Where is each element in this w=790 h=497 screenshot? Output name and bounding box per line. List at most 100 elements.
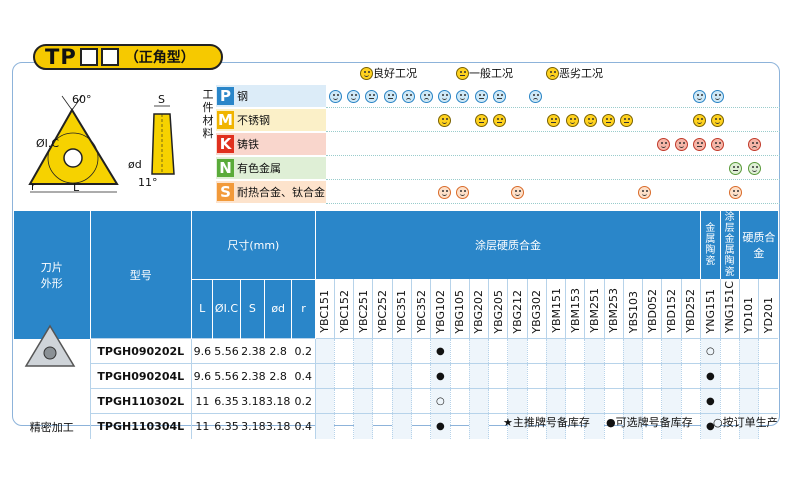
grade-mark-cell	[372, 388, 393, 414]
grade-header-ybg302: YBG302	[526, 279, 547, 339]
smile-icon	[360, 66, 373, 80]
table-row: 精密加工 TPGH090202L 9.6 5.56 2.38 2.8 0.2 ● ○	[14, 338, 778, 439]
dim-d-cell: 2.8	[264, 363, 292, 389]
model-cell: TPGH090202L	[90, 338, 192, 364]
model-cell: TPGH110304L	[90, 413, 192, 439]
grade-mark-cell	[372, 363, 393, 389]
grade-mark-cell	[314, 338, 335, 364]
group-coated-header: 涂层硬质合金	[315, 211, 702, 279]
grade-mark-cell	[391, 338, 412, 364]
angle-label: 60°	[72, 93, 92, 106]
condition-face-icon	[747, 138, 761, 151]
footnote-main-stock: ★主推牌号备库存	[503, 416, 590, 429]
grade-header-ybg105: YBG105	[449, 279, 470, 339]
dim-l-cell: 9.6	[191, 363, 213, 389]
grade-mark-cell	[526, 388, 547, 414]
grade-mark-cell	[468, 413, 489, 439]
center-hole	[63, 148, 83, 168]
grade-mark-cell	[411, 413, 431, 439]
dim-d-cell: 3.18	[264, 388, 292, 414]
grade-header-ybm253: YBM253	[603, 279, 624, 339]
frown-icon	[546, 66, 559, 80]
grade-mark-cell	[353, 388, 373, 414]
grade-header-ybc351: YBC351	[391, 279, 412, 339]
grade-mark-cell	[468, 388, 489, 414]
page-title: TP （正角型）	[33, 44, 223, 70]
condition-face-icon	[492, 90, 506, 103]
condition-face-icon	[474, 114, 488, 127]
condition-face-icon	[656, 138, 670, 151]
legend-bad: 恶劣工况	[546, 65, 603, 81]
grade-header-ybc152: YBC152	[333, 279, 354, 339]
condition-face-icon	[383, 90, 397, 103]
dim-head: ød	[264, 279, 293, 339]
dim-l-cell: 9.6	[191, 338, 213, 364]
grade-header-ybg202: YBG202	[468, 279, 489, 339]
grade-header-ybc252: YBC252	[372, 279, 393, 339]
grade-mark-cell	[680, 363, 701, 389]
dim-head: ØI.C	[212, 279, 241, 339]
grade-mark-cell	[642, 388, 662, 414]
dim-s-cell: 2.38	[240, 363, 266, 389]
grade-mark-cell	[353, 413, 373, 439]
grade-mark-cell	[333, 363, 354, 389]
dim-d-cell: 2.8	[264, 338, 292, 364]
footnote-made-to-order: ○按订单生产	[713, 416, 778, 429]
condition-face-icon	[583, 114, 597, 127]
grade-header-yng151c: YNG151C	[719, 279, 740, 339]
grade-mark-cell	[545, 388, 566, 414]
grade-mark-cell	[391, 413, 412, 439]
grade-mark-cell	[372, 413, 393, 439]
dim-l-cell: 11	[191, 388, 213, 414]
dim-r-cell: 0.2	[291, 338, 316, 364]
grade-header-ybg212: YBG212	[507, 279, 528, 339]
work-material-label: 工件材料	[202, 88, 214, 140]
condition-face-icon	[565, 114, 579, 127]
grade-mark-cell	[353, 338, 373, 364]
grade-mark-cell	[488, 338, 508, 364]
grade-mark-cell: ●	[700, 388, 721, 414]
grade-mark-cell	[449, 338, 470, 364]
grade-mark-cell	[565, 388, 585, 414]
grade-mark-cell	[449, 363, 470, 389]
grade-mark-cell	[622, 338, 643, 364]
footnote-optional-stock: ●可选牌号备库存	[606, 416, 693, 429]
dim-r-cell: 0.4	[291, 413, 316, 439]
grade-header-ybc352: YBC352	[411, 279, 431, 339]
grade-mark-cell: ○	[700, 338, 721, 364]
dim-s-cell: 3.18	[240, 413, 266, 439]
title-sub: （正角型）	[124, 50, 195, 66]
grade-header-ybm151: YBM151	[545, 279, 566, 339]
grade-header-ybd052: YBD052	[642, 279, 662, 339]
condition-face-icon	[602, 114, 615, 127]
grade-mark-cell	[507, 363, 528, 389]
grade-mark-cell	[680, 338, 701, 364]
grade-mark-cell	[391, 363, 412, 389]
shape-caption: 精密加工	[29, 420, 74, 434]
condition-face-icon	[747, 162, 761, 175]
grade-table: 刀片 外形 型号 尺寸(mm) 涂层硬质合金 金属陶瓷 涂层金属陶瓷 硬质合金 …	[14, 211, 778, 439]
dim-ic-cell: 5.56	[212, 363, 241, 389]
grade-mark-cell	[314, 363, 335, 389]
grade-header-ybd252: YBD252	[680, 279, 701, 339]
grade-mark-cell	[738, 388, 759, 414]
condition-face-icon	[693, 138, 706, 151]
grade-header-ybs103: YBS103	[622, 279, 643, 339]
grade-mark-cell	[680, 388, 701, 414]
condition-face-icon	[693, 114, 706, 127]
grade-mark-cell	[333, 338, 354, 364]
col-shape-header: 刀片 外形	[14, 211, 91, 339]
grade-mark-cell	[661, 363, 682, 389]
insert-photo	[24, 324, 76, 367]
grade-mark-cell	[719, 363, 740, 389]
grade-mark-cell	[314, 388, 335, 414]
legend-mid: 一般工况	[456, 65, 513, 81]
legend-good: 良好工况	[360, 65, 417, 81]
group-coated-cermet-header: 涂层金属陶瓷	[720, 211, 740, 279]
condition-face-icon	[329, 90, 342, 103]
grade-mark-cell	[449, 388, 470, 414]
grade-mark-cell	[642, 363, 662, 389]
grade-mark-cell	[449, 413, 470, 439]
grade-mark-cell	[545, 338, 566, 364]
grade-mark-cell	[468, 338, 489, 364]
